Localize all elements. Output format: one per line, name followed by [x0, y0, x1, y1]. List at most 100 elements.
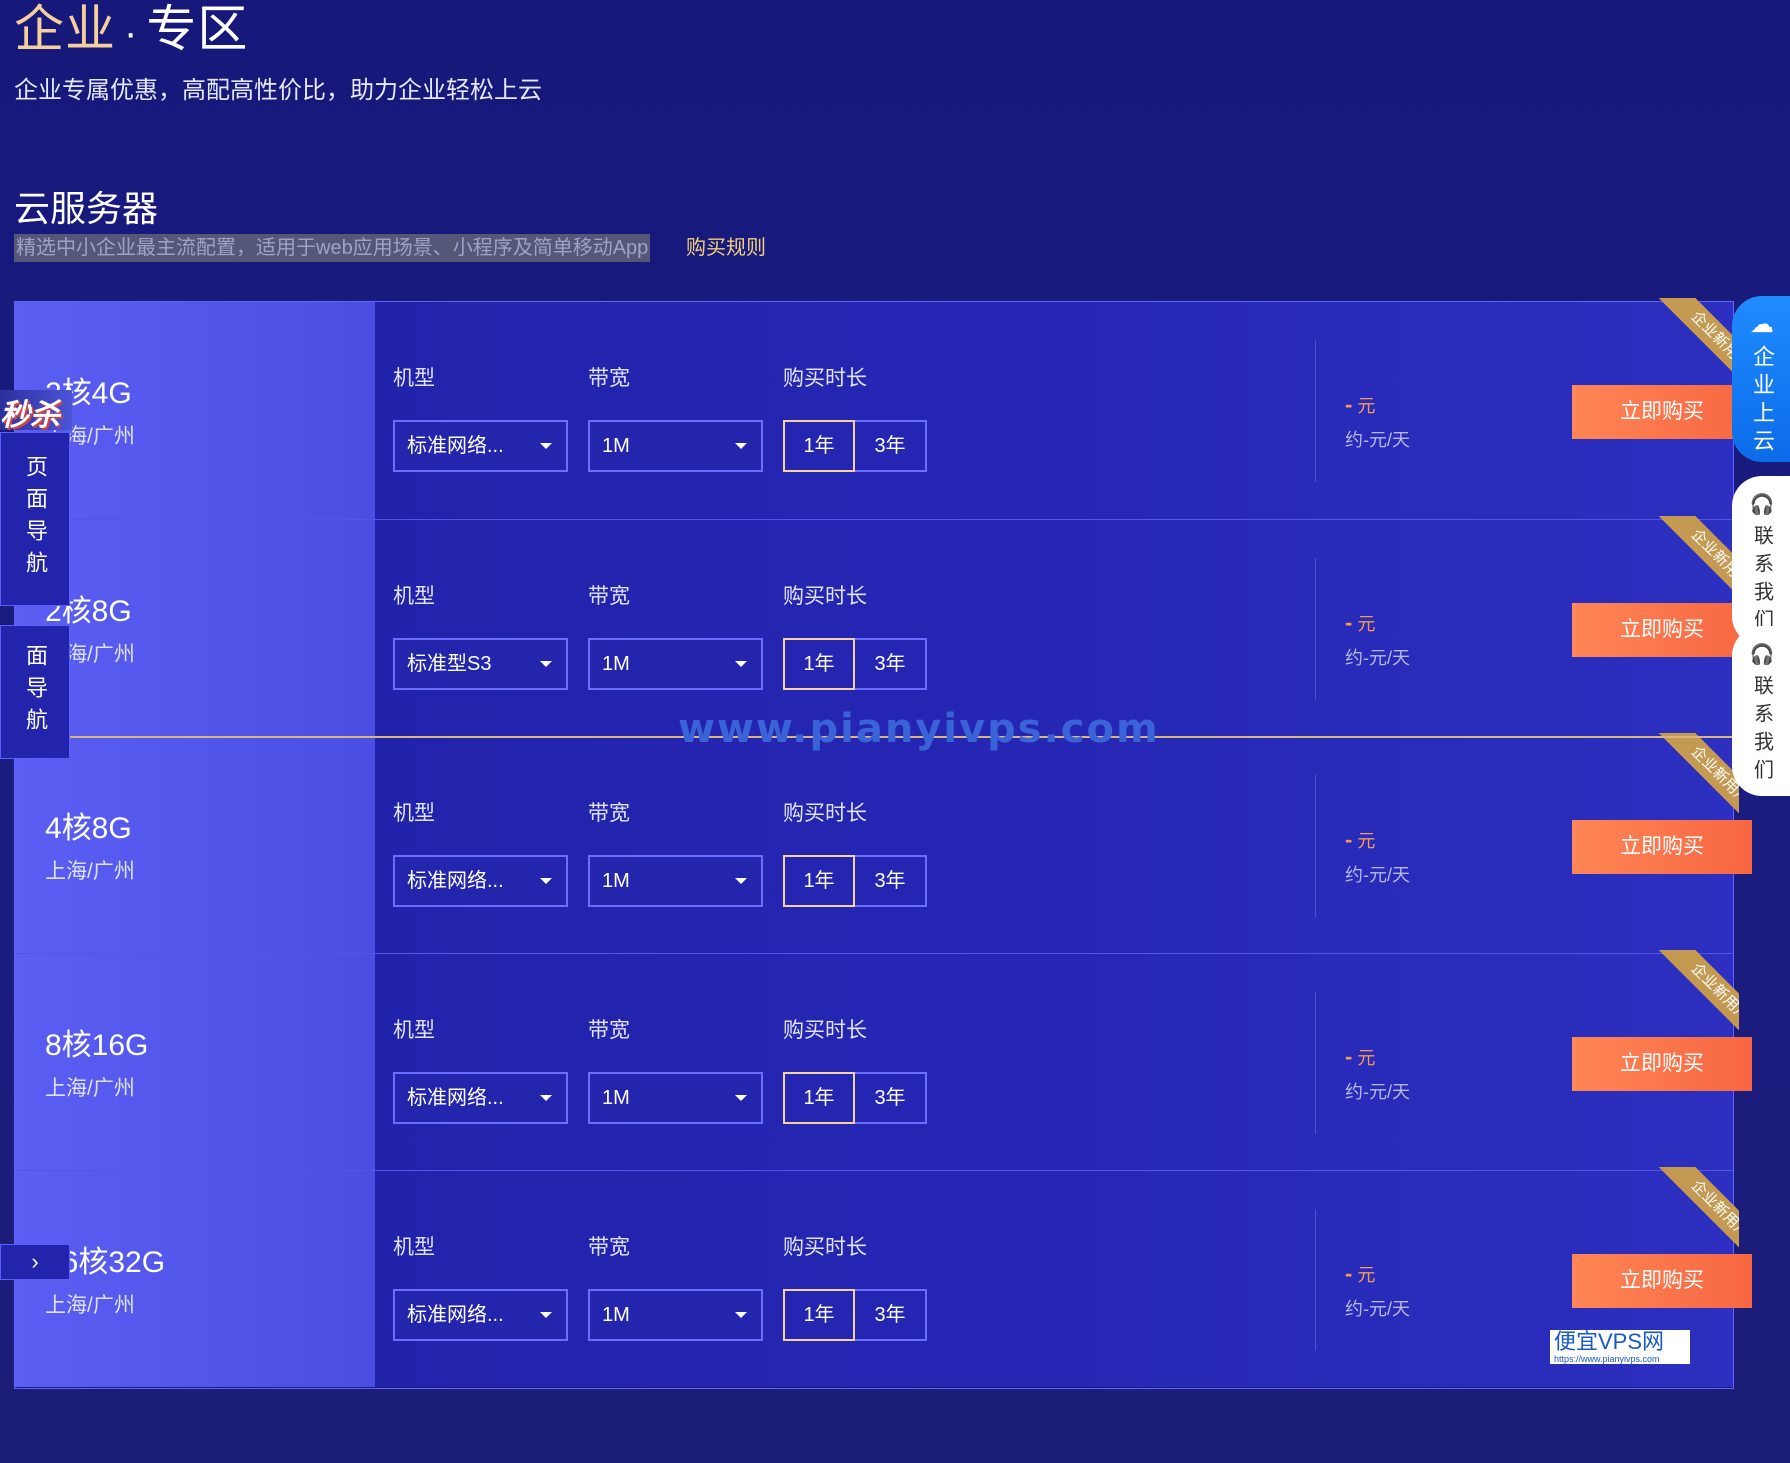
caret-down-icon — [735, 1312, 747, 1318]
model-label: 机型 — [393, 1019, 435, 1042]
section-desc: 精选中小企业最主流配置，适用于web应用场景、小程序及简单移动App — [14, 234, 651, 262]
watermark-badge-text: 便宜VPS网 — [1554, 1329, 1665, 1354]
contact-us-button[interactable]: 🎧 联系我们 — [1732, 476, 1790, 646]
contact-us-label: 联系我们 — [1750, 675, 1773, 787]
ribbon-text: 企业新用户 — [1657, 950, 1739, 1056]
bandwidth-select[interactable]: 1M — [588, 1289, 763, 1341]
model-label: 机型 — [393, 1236, 435, 1259]
flash-sale-badge: 秒杀 — [0, 390, 72, 432]
bandwidth-label: 带宽 — [588, 1236, 630, 1259]
model-select-value: 标准网络... — [407, 1087, 504, 1109]
new-user-ribbon: 企业新用户 — [1629, 516, 1739, 626]
new-user-ribbon: 企业新用户 — [1629, 1167, 1739, 1277]
ribbon-text: 企业新用户 — [1657, 516, 1739, 622]
price: - 元 — [1345, 1044, 1375, 1070]
duration-1y[interactable]: 1年 — [783, 855, 855, 907]
hero-title-a: 企业 — [14, 1, 116, 57]
duration-toggle: 1年 3年 — [783, 1289, 927, 1341]
new-user-ribbon: 企业新用户 — [1629, 298, 1739, 408]
spec-label: 8核16G — [45, 1029, 149, 1062]
model-select[interactable]: 标准网络... — [393, 1289, 568, 1341]
section-title: 云服务器 — [14, 188, 159, 229]
ribbon-text: 企业新用户 — [1657, 298, 1739, 404]
bandwidth-select-value: 1M — [602, 653, 630, 675]
cloud-icon: ☁ — [1750, 311, 1774, 338]
duration-1y[interactable]: 1年 — [783, 1072, 855, 1124]
divider — [1315, 1209, 1316, 1351]
price: - 元 — [1345, 610, 1375, 636]
price-per-day: 约-元/天 — [1345, 648, 1410, 668]
price-value: - — [1345, 610, 1353, 635]
hero-title-dot: · — [124, 11, 139, 55]
bandwidth-label: 带宽 — [588, 585, 630, 608]
contact-us-button[interactable]: 🎧 联系我们 — [1732, 626, 1790, 796]
divider — [1315, 340, 1316, 482]
purchase-rules-link[interactable]: 购买规则 — [686, 234, 766, 262]
divider — [1315, 992, 1316, 1134]
price-per-day: 约-元/天 — [1345, 865, 1410, 885]
model-select-value: 标准型S3 — [407, 653, 492, 675]
bandwidth-label: 带宽 — [588, 802, 630, 825]
caret-down-icon — [540, 443, 552, 449]
page-nav-label: 面导航 — [23, 644, 48, 740]
enterprise-cloud-button[interactable]: ☁ 企业上云 — [1732, 296, 1790, 462]
duration-toggle: 1年 3年 — [783, 420, 927, 472]
caret-down-icon — [540, 661, 552, 667]
model-select[interactable]: 标准网络... — [393, 855, 568, 907]
region-label: 上海/广州 — [45, 1077, 135, 1100]
price-value: - — [1345, 1044, 1353, 1069]
headset-icon: 🎧 — [1749, 644, 1775, 666]
price-unit: 元 — [1357, 1265, 1376, 1285]
duration-label: 购买时长 — [783, 585, 867, 608]
price-unit: 元 — [1357, 614, 1376, 634]
page-nav-label: 页面导航 — [23, 455, 48, 583]
divider — [1315, 775, 1316, 917]
bandwidth-label: 带宽 — [588, 1019, 630, 1042]
product-row: 8核16G 上海/广州 机型 带宽 购买时长 标准网络... 1M 1年 3年 … — [15, 950, 1752, 1170]
price-unit: 元 — [1357, 1048, 1376, 1068]
chevron-right-icon[interactable]: › — [0, 1244, 70, 1280]
duration-toggle: 1年 3年 — [783, 855, 927, 907]
headset-icon: 🎧 — [1749, 494, 1775, 516]
page-nav-button-ghost[interactable]: 面导航 — [0, 625, 70, 759]
price-value: - — [1345, 392, 1353, 417]
product-row: 16核32G 上海/广州 机型 带宽 购买时长 标准网络... 1M 1年 3年… — [15, 1167, 1752, 1387]
price-per-day: 约-元/天 — [1345, 1082, 1410, 1102]
caret-down-icon — [735, 1095, 747, 1101]
duration-toggle: 1年 3年 — [783, 1072, 927, 1124]
caret-down-icon — [735, 443, 747, 449]
duration-3y[interactable]: 3年 — [855, 855, 927, 907]
model-select[interactable]: 标准网络... — [393, 1072, 568, 1124]
bandwidth-select[interactable]: 1M — [588, 855, 763, 907]
bandwidth-select[interactable]: 1M — [588, 420, 763, 472]
price-unit: 元 — [1357, 831, 1376, 851]
duration-1y[interactable]: 1年 — [783, 1289, 855, 1341]
hero-title: 企业 · 专区 — [14, 0, 248, 62]
divider — [1315, 558, 1316, 700]
duration-3y[interactable]: 3年 — [855, 1289, 927, 1341]
site-watermark-badge: 便宜VPS网 https://www.pianyivps.com — [1550, 1330, 1690, 1364]
model-select-value: 标准网络... — [407, 1304, 504, 1326]
duration-1y[interactable]: 1年 — [783, 638, 855, 690]
model-select[interactable]: 标准型S3 — [393, 638, 568, 690]
duration-3y[interactable]: 3年 — [855, 420, 927, 472]
caret-down-icon — [735, 878, 747, 884]
duration-label: 购买时长 — [783, 802, 867, 825]
page-nav-button[interactable]: 页面导航 — [0, 432, 70, 606]
watermark: www.pianyivps.com — [678, 706, 1160, 752]
price: - 元 — [1345, 392, 1375, 418]
duration-toggle: 1年 3年 — [783, 638, 927, 690]
hero-title-b: 专区 — [146, 1, 249, 57]
caret-down-icon — [540, 1095, 552, 1101]
model-label: 机型 — [393, 367, 435, 390]
duration-3y[interactable]: 3年 — [855, 638, 927, 690]
model-select-value: 标准网络... — [407, 870, 504, 892]
bandwidth-label: 带宽 — [588, 367, 630, 390]
duration-1y[interactable]: 1年 — [783, 420, 855, 472]
duration-3y[interactable]: 3年 — [855, 1072, 927, 1124]
model-select[interactable]: 标准网络... — [393, 420, 568, 472]
bandwidth-select[interactable]: 1M — [588, 1072, 763, 1124]
price-per-day: 约-元/天 — [1345, 1299, 1410, 1319]
bandwidth-select[interactable]: 1M — [588, 638, 763, 690]
ribbon-text: 企业新用户 — [1657, 1167, 1739, 1273]
